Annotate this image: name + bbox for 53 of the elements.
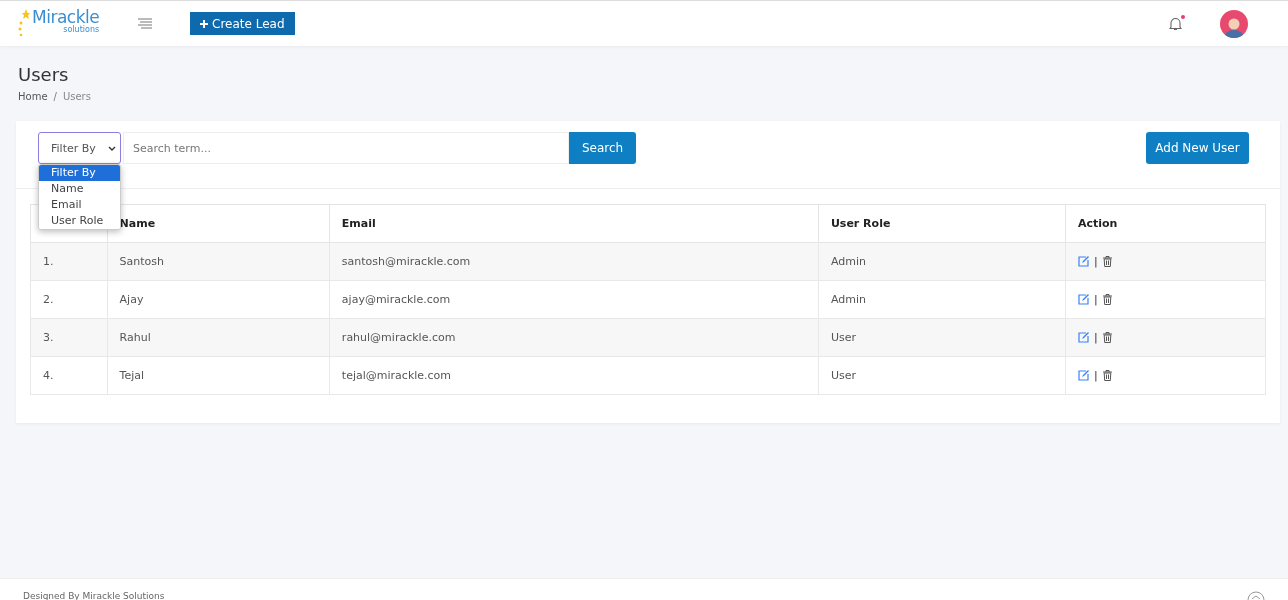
index-cell: 4.: [30, 356, 108, 395]
trash-icon[interactable]: [1102, 370, 1112, 381]
breadcrumb-item: Users: [62, 91, 91, 102]
action-separator: |: [1093, 255, 1098, 268]
role-cell: User: [818, 356, 1066, 395]
logo-text: Mirackle: [32, 8, 100, 26]
add-user-button[interactable]: Add New User: [1146, 132, 1249, 164]
search-button[interactable]: Search: [569, 132, 636, 164]
column-header: User Role: [818, 204, 1066, 243]
footer-text: Designed By Mirackle Solutions: [23, 591, 165, 600]
page-title: Users: [18, 64, 70, 85]
trash-icon[interactable]: [1102, 256, 1112, 267]
plus-icon: [200, 19, 208, 28]
name-cell: Rahul: [107, 318, 330, 357]
column-header: Action: [1065, 204, 1266, 243]
search-field[interactable]: Search term...: [123, 132, 569, 164]
email-cell: ajay@mirackle.com: [329, 280, 819, 319]
name-cell: Tejal: [107, 356, 330, 395]
dropdown-option[interactable]: Email: [39, 197, 120, 213]
star-icon: [18, 8, 30, 39]
dropdown-option[interactable]: Name: [39, 181, 120, 197]
column-header: Email: [329, 204, 819, 243]
email-cell: tejal@mirackle.com: [329, 356, 819, 395]
bell-icon[interactable]: [1169, 16, 1182, 31]
edit-icon[interactable]: [1077, 256, 1089, 267]
column-header: Name: [107, 204, 330, 243]
name-cell: Santosh: [107, 242, 330, 281]
edit-icon[interactable]: [1077, 332, 1089, 343]
trash-icon[interactable]: [1102, 294, 1112, 305]
index-cell: 1.: [30, 242, 108, 281]
email-cell: rahul@mirackle.com: [329, 318, 819, 357]
role-cell: Admin: [818, 242, 1066, 281]
chevron-icon: [108, 145, 116, 151]
trash-icon[interactable]: [1102, 332, 1112, 343]
dropdown-option[interactable]: User Role: [39, 213, 120, 229]
edit-icon[interactable]: [1077, 294, 1089, 305]
action-separator: |: [1093, 331, 1098, 344]
action-separator: |: [1093, 293, 1098, 306]
breadcrumb-item[interactable]: Home: [18, 91, 48, 102]
edit-icon[interactable]: [1077, 370, 1089, 381]
create-lead-button[interactable]: Create Lead: [190, 12, 295, 35]
role-cell: Admin: [818, 280, 1066, 319]
name-cell: Ajay: [107, 280, 330, 319]
avatar[interactable]: [1220, 9, 1248, 38]
email-cell: santosh@mirackle.com: [329, 242, 819, 281]
logo-subtext: solutions: [63, 25, 100, 34]
index-cell: 3.: [30, 318, 108, 357]
index-cell: 2.: [30, 280, 108, 319]
scroll-up-icon[interactable]: [1247, 591, 1265, 600]
dropdown-option[interactable]: Filter By: [39, 165, 120, 181]
action-separator: |: [1093, 369, 1098, 382]
breadcrumb-separator: /: [53, 91, 57, 102]
role-cell: User: [818, 318, 1066, 357]
